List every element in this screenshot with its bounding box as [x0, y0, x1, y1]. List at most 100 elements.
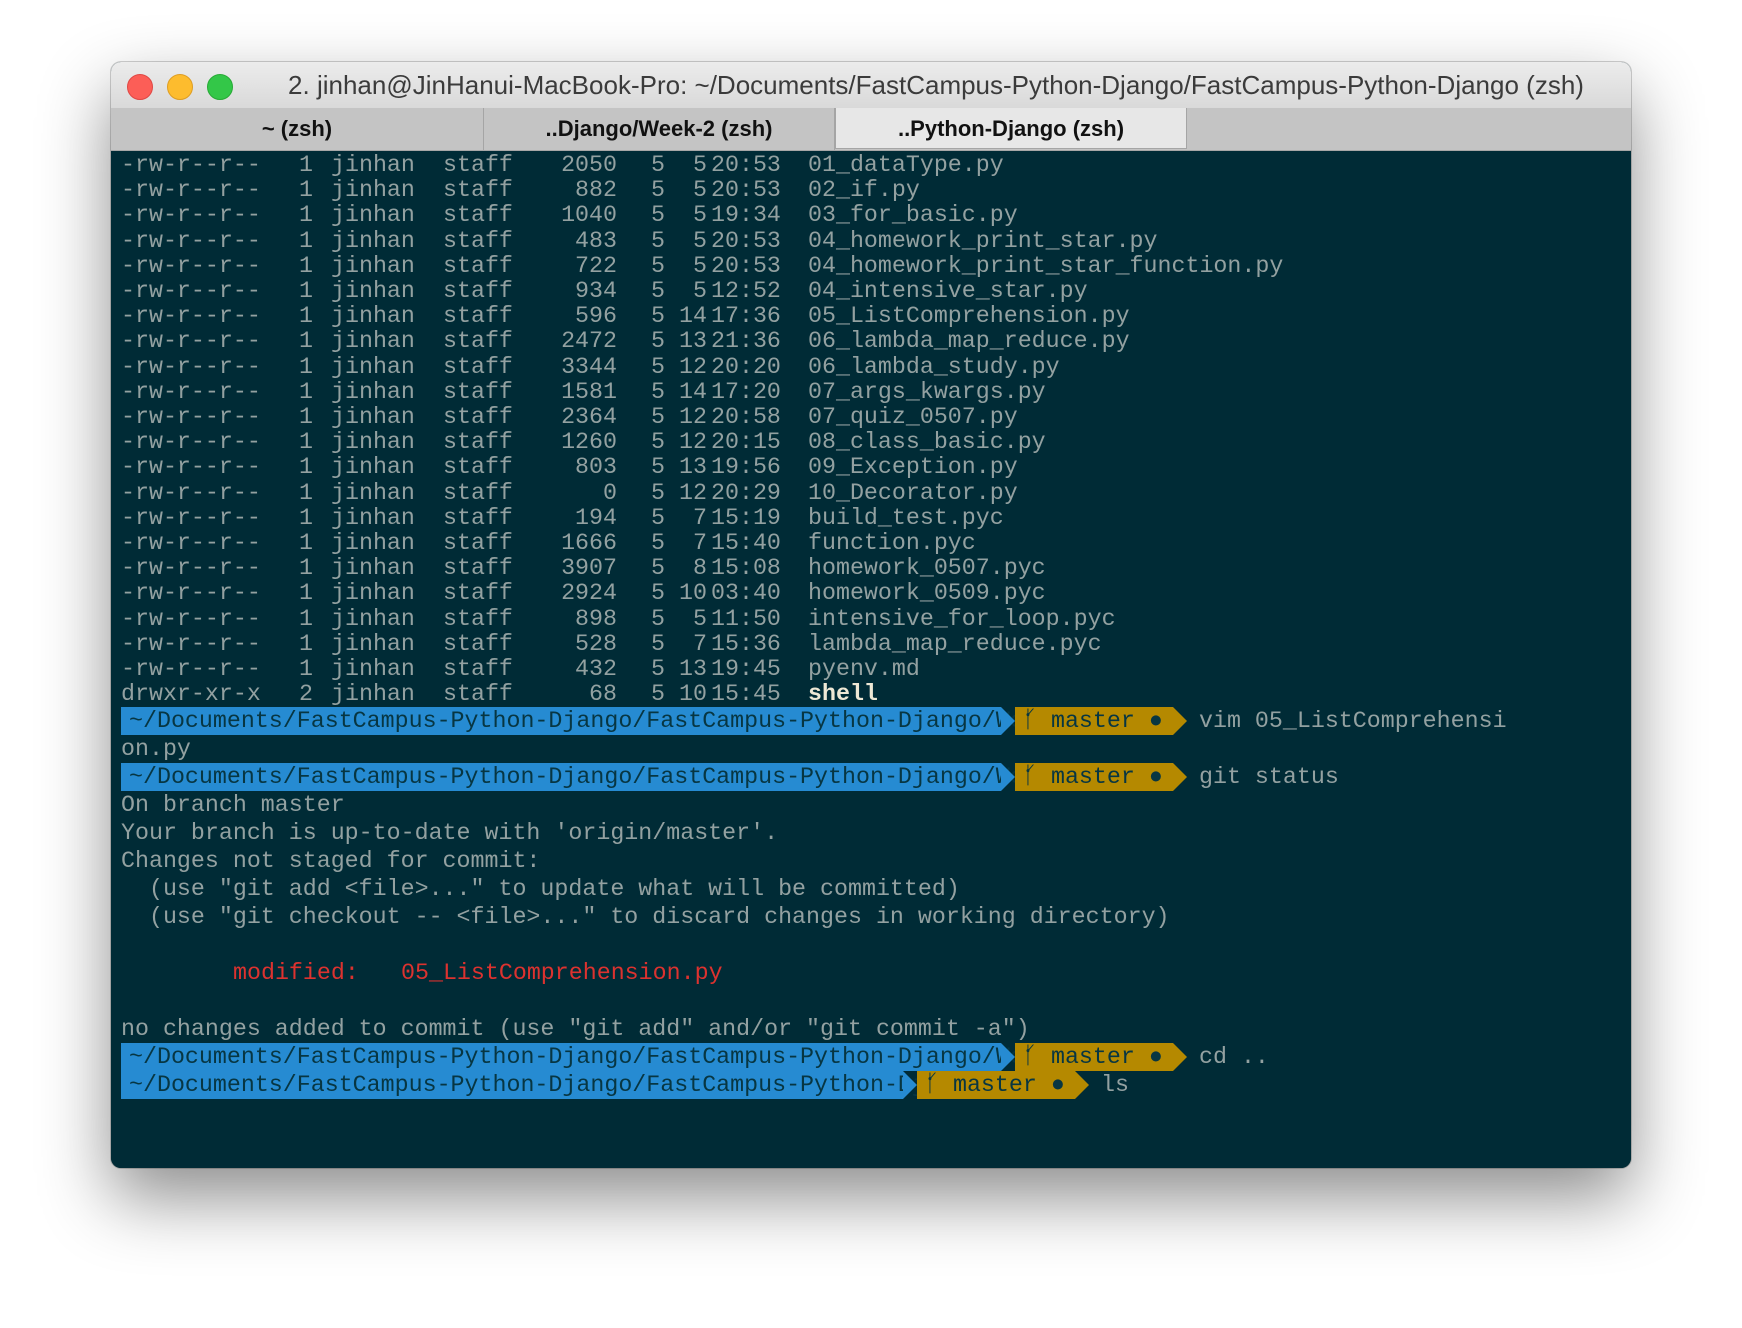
link-count: 1: [299, 152, 313, 178]
month: 5: [651, 303, 665, 330]
file-size: 0: [603, 479, 617, 506]
file-name: shell: [808, 681, 878, 708]
file-name: 08_class_basic.py: [808, 429, 1046, 456]
zoom-window-button[interactable]: [207, 74, 233, 100]
listing-row: -rw-r--r-- 1 jinhan staff 722 5 5 20:53 04_homew…: [121, 252, 1621, 280]
owner: jinhan: [331, 404, 415, 430]
listing-row: -rw-r--r-- 1 jinhan staff 3907 5 8 15:08 homewor…: [121, 554, 1621, 582]
file-size: 803: [575, 454, 617, 481]
day: 14: [679, 378, 707, 405]
time: 20:53: [711, 227, 781, 254]
tab-week2-zsh[interactable]: ..Django/Week-2 (zsh): [484, 108, 835, 150]
time: 12:52: [711, 278, 781, 304]
file-name: function.pyc: [808, 530, 976, 556]
permissions: -rw-r--r--: [121, 177, 261, 204]
owner: jinhan: [331, 555, 415, 582]
tab-python-django-zsh[interactable]: ..Python-Django (zsh): [835, 108, 1187, 149]
link-count: 1: [299, 177, 313, 204]
modified-label: modified:: [233, 960, 359, 986]
owner: jinhan: [331, 530, 415, 556]
close-window-button[interactable]: [127, 74, 153, 100]
owner: jinhan: [331, 177, 415, 204]
time: 17:20: [711, 378, 781, 405]
group: staff: [443, 580, 513, 607]
day: 13: [679, 454, 707, 481]
file-size: 194: [575, 504, 617, 531]
file-size: 483: [575, 227, 617, 254]
time: 21:36: [711, 328, 781, 355]
month: 5: [651, 328, 665, 355]
month: 5: [651, 252, 665, 279]
listing-row: -rw-r--r-- 1 jinhan staff 2924 5 10 03:40 homewo…: [121, 579, 1621, 607]
tab-home-zsh[interactable]: ~ (zsh): [111, 108, 484, 150]
permissions: -rw-r--r--: [121, 378, 261, 405]
month: 5: [651, 404, 665, 430]
powerline-separator: [1001, 763, 1015, 791]
owner: jinhan: [331, 656, 415, 682]
title-bar[interactable]: 2. jinhan@JinHanui-MacBook-Pro: ~/Docume…: [111, 62, 1631, 108]
powerline-separator: [903, 1071, 917, 1099]
day: 14: [679, 303, 707, 330]
output-line: (use "git add <file>..." to update what …: [121, 876, 960, 902]
file-size: 68: [589, 681, 617, 708]
day: 5: [693, 605, 707, 632]
time: 20:20: [711, 353, 781, 380]
link-count: 1: [299, 504, 313, 531]
group: staff: [443, 328, 513, 355]
file-size: 2364: [561, 404, 617, 430]
file-name: 10_Decorator.py: [808, 479, 1018, 506]
file-size: 898: [575, 605, 617, 632]
minimize-window-button[interactable]: [167, 74, 193, 100]
day: 5: [693, 252, 707, 279]
month: 5: [651, 605, 665, 632]
listing-row: -rw-r--r-- 1 jinhan staff 528 5 7 15:36 lambda_m…: [121, 630, 1621, 658]
output-line: (use "git checkout -- <file>..." to disc…: [121, 904, 1170, 930]
link-count: 1: [299, 580, 313, 607]
file-size: 432: [575, 656, 617, 682]
file-size: 2050: [561, 152, 617, 178]
tab-bar: ~ (zsh) ..Django/Week-2 (zsh) ..Python-D…: [111, 108, 1631, 151]
time: 20:29: [711, 479, 781, 506]
day: 5: [693, 177, 707, 204]
link-count: 1: [299, 378, 313, 405]
owner: jinhan: [331, 504, 415, 531]
owner: jinhan: [331, 630, 415, 657]
file-size: 1581: [561, 378, 617, 405]
month: 5: [651, 278, 665, 304]
owner: jinhan: [331, 227, 415, 254]
permissions: -rw-r--r--: [121, 605, 261, 632]
link-count: 1: [299, 202, 313, 229]
month: 5: [651, 177, 665, 204]
listing-row: -rw-r--r-- 1 jinhan staff 3344 5 12 20:20 06_lam…: [121, 353, 1621, 381]
file-size: 882: [575, 177, 617, 204]
file-size: 528: [575, 630, 617, 657]
file-name: 07_args_kwargs.py: [808, 378, 1046, 405]
listing-row: -rw-r--r-- 1 jinhan staff 882 5 5 20:53 02_if.py: [121, 176, 1621, 204]
terminal-window[interactable]: 2. jinhan@JinHanui-MacBook-Pro: ~/Docume…: [111, 62, 1631, 1168]
file-size: 1666: [561, 530, 617, 556]
day: 7: [693, 530, 707, 556]
listing-row: -rw-r--r-- 1 jinhan staff 483 5 5 20:53 04_homew…: [121, 227, 1621, 255]
output-line: Changes not staged for commit:: [121, 848, 541, 874]
month: 5: [651, 353, 665, 380]
day: 10: [679, 681, 707, 708]
time: 03:40: [711, 580, 781, 607]
month: 5: [651, 454, 665, 481]
group: staff: [443, 656, 513, 682]
month: 5: [651, 630, 665, 657]
file-size: 2924: [561, 580, 617, 607]
month: 5: [651, 504, 665, 531]
day: 13: [679, 328, 707, 355]
link-count: 1: [299, 630, 313, 657]
group: staff: [443, 152, 513, 178]
terminal-output[interactable]: -rw-r--r-- 1 jinhan staff 2050 5 5 20:53 01_data…: [111, 151, 1631, 1168]
file-name: 09_Exception.py: [808, 454, 1018, 481]
listing-row: -rw-r--r-- 1 jinhan staff 1581 5 14 17:20 07_arg…: [121, 378, 1621, 406]
group: staff: [443, 504, 513, 531]
owner: jinhan: [331, 580, 415, 607]
permissions: -rw-r--r--: [121, 202, 261, 229]
month: 5: [651, 152, 665, 178]
time: 15:19: [711, 504, 781, 531]
file-name: homework_0507.pyc: [808, 555, 1046, 582]
month: 5: [651, 656, 665, 682]
